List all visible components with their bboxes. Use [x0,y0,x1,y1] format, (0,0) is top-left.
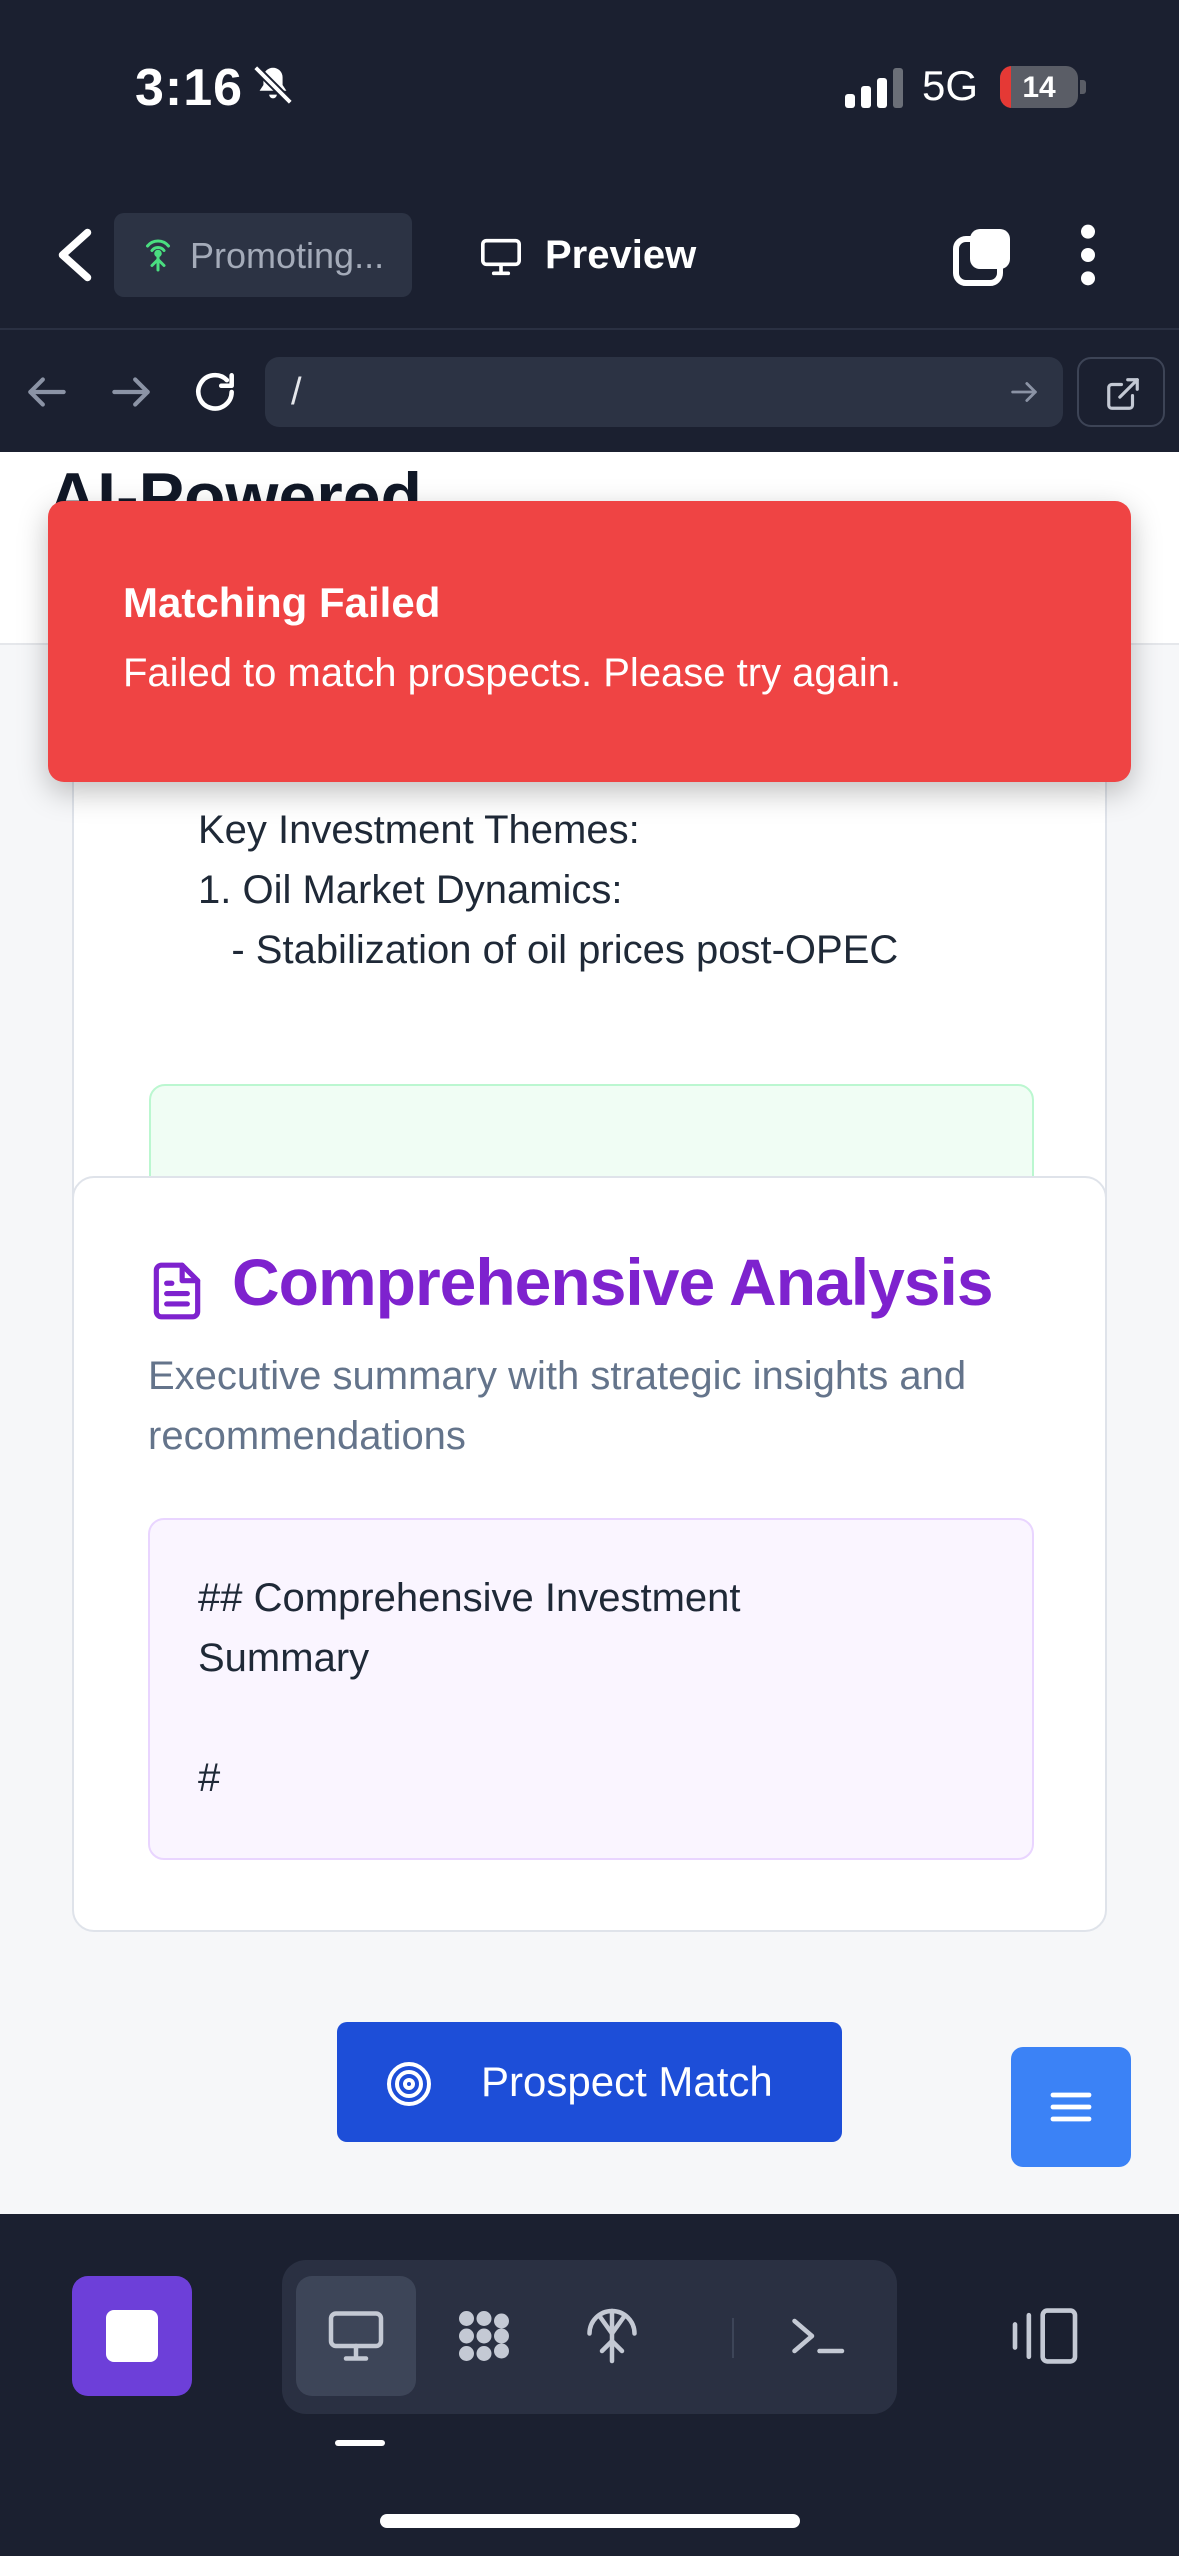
stop-icon [106,2310,158,2362]
url-text: / [291,371,302,413]
signal-icon [845,68,903,108]
antenna-icon [587,2308,637,2364]
stop-button[interactable] [72,2276,192,2396]
url-input[interactable]: / [265,357,1063,427]
status-time: 3:16 [135,59,244,117]
summary-text: ## Comprehensive Investment Summary # [198,1576,741,1800]
project-pill[interactable]: Promoting... [114,213,412,297]
bell-muted-icon [253,65,293,105]
app-header: Promoting... Preview [0,175,1179,330]
tool-agents[interactable] [424,2276,544,2396]
back-icon[interactable] [50,225,100,285]
toast-message: Failed to match prospects. Please try ag… [123,651,902,695]
card-subtitle: Executive summary with strategic insight… [148,1354,967,1458]
active-indicator [335,2440,385,2446]
tabs-icon[interactable] [950,225,1014,289]
arrow-left-icon[interactable] [22,367,72,417]
more-icon[interactable] [1070,220,1106,290]
bottom-toolbar [0,2214,1179,2556]
reload-icon[interactable] [190,367,240,417]
toast-title: Matching Failed [123,579,441,626]
terminal-icon [792,2318,845,2354]
prospect-match-button[interactable]: Prospect Match [337,2022,842,2142]
monitor-icon [328,2311,384,2361]
home-indicator [380,2514,800,2528]
target-icon [387,2062,431,2106]
external-link-icon [1107,378,1139,410]
summary-box: ## Comprehensive Investment Summary # [148,1518,1034,1860]
dots-grid-icon [459,2311,509,2361]
battery-icon: 14 [1000,66,1078,108]
battery-percent: 14 [1022,71,1056,104]
tool-terminal[interactable] [757,2276,877,2396]
monitor-icon [481,238,521,276]
open-external-button[interactable] [1077,357,1165,427]
go-arrow-icon[interactable] [1007,375,1041,409]
card-comprehensive-analysis: Comprehensive Analysis Executive summary… [72,1176,1107,1932]
network-type: 5G [922,62,979,109]
battery-tip [1080,80,1086,94]
themes-text: Key Investment Themes: 1. Oil Market Dyn… [198,808,899,972]
antenna-icon [146,239,170,272]
tool-preview[interactable] [296,2276,416,2396]
prospect-match-label: Prospect Match [481,2058,773,2105]
tool-separator [732,2318,734,2358]
arrow-right-icon[interactable] [106,367,156,417]
error-toast[interactable]: Matching Failed Failed to match prospect… [48,501,1131,782]
browser-bar: / [0,332,1179,452]
card-title: Comprehensive Analysis [232,1245,994,1319]
status-bar: 3:16 5G 14 [0,0,1179,175]
menu-button[interactable] [1011,2047,1131,2167]
project-name: Promoting... [190,235,385,276]
panel-icon[interactable] [1010,2306,1080,2366]
document-icon [153,1262,201,1320]
menu-icon [1050,2092,1092,2122]
tab-preview-label: Preview [545,233,697,277]
tool-group [282,2260,897,2414]
tool-deploy[interactable] [552,2276,672,2396]
